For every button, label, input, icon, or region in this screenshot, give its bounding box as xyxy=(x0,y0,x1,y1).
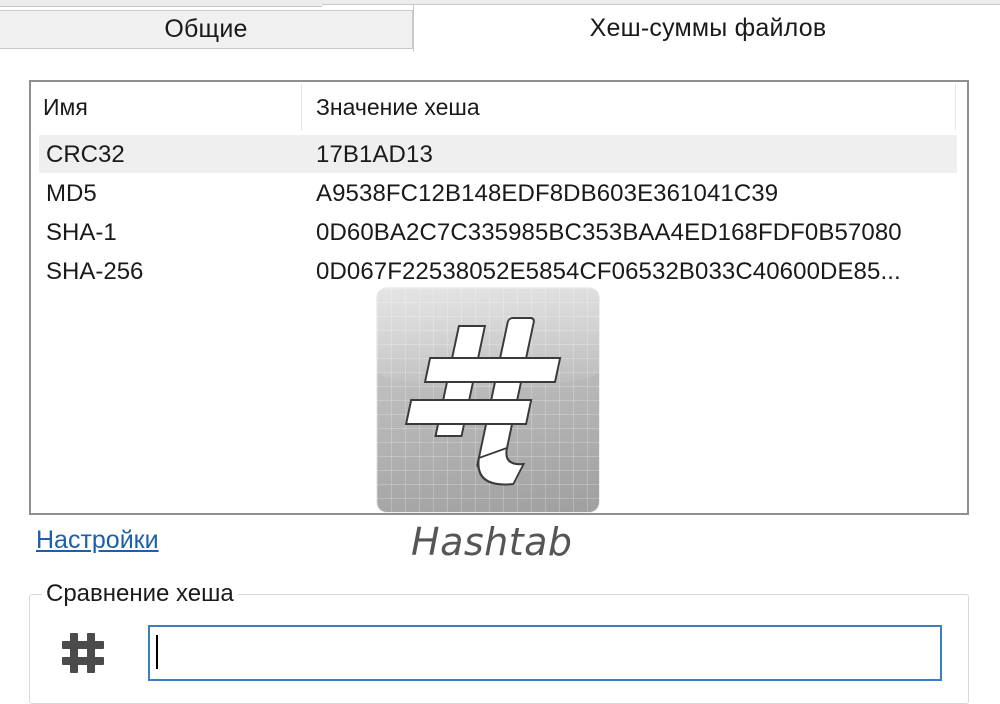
settings-link[interactable]: Настройки xyxy=(36,526,159,555)
column-header-name[interactable]: Имя xyxy=(43,94,88,121)
tab-file-hashes[interactable]: Хеш-суммы файлов xyxy=(413,4,1000,52)
column-divider[interactable] xyxy=(301,84,302,130)
hash-name: CRC32 xyxy=(46,141,125,168)
tab-strip: Общие Хеш-суммы файлов xyxy=(0,0,1000,52)
hash-compare-input[interactable] xyxy=(148,625,942,681)
hash-name: SHA-1 xyxy=(46,219,117,246)
hash-value: 0D60BA2C7C335985BC353BAA4ED168FDF0B57080 xyxy=(316,219,902,246)
hash-t-glyph xyxy=(404,317,562,486)
hashtab-wordmark: Hashtab xyxy=(411,520,573,564)
hash-value: A9538FC12B148EDF8DB603E361041C39 xyxy=(316,180,779,207)
table-row[interactable]: SHA-1 0D60BA2C7C335985BC353BAA4ED168FDF0… xyxy=(39,213,957,251)
text-caret xyxy=(156,635,158,669)
hash-compare-title: Сравнение хеша xyxy=(42,580,238,608)
table-row[interactable]: CRC32 17B1AD13 xyxy=(39,135,957,173)
tab-general[interactable]: Общие xyxy=(0,10,413,49)
column-header-hash-value[interactable]: Значение хеша xyxy=(316,94,480,121)
tab-strip-edge xyxy=(0,0,322,7)
table-row[interactable]: MD5 A9538FC12B148EDF8DB603E361041C39 xyxy=(39,174,957,212)
hash-icon xyxy=(62,633,104,673)
hashtab-logo-icon xyxy=(377,288,599,512)
hash-value: 17B1AD13 xyxy=(316,141,433,168)
list-header: Имя Значение хеша xyxy=(31,82,967,134)
hash-name: MD5 xyxy=(46,180,97,207)
hash-name: SHA-256 xyxy=(46,258,144,285)
hash-value: 0D067F22538052E5854CF06532B033C40600DE85… xyxy=(316,258,901,285)
column-divider xyxy=(955,84,956,130)
table-row[interactable]: SHA-256 0D067F22538052E5854CF06532B033C4… xyxy=(39,252,957,290)
